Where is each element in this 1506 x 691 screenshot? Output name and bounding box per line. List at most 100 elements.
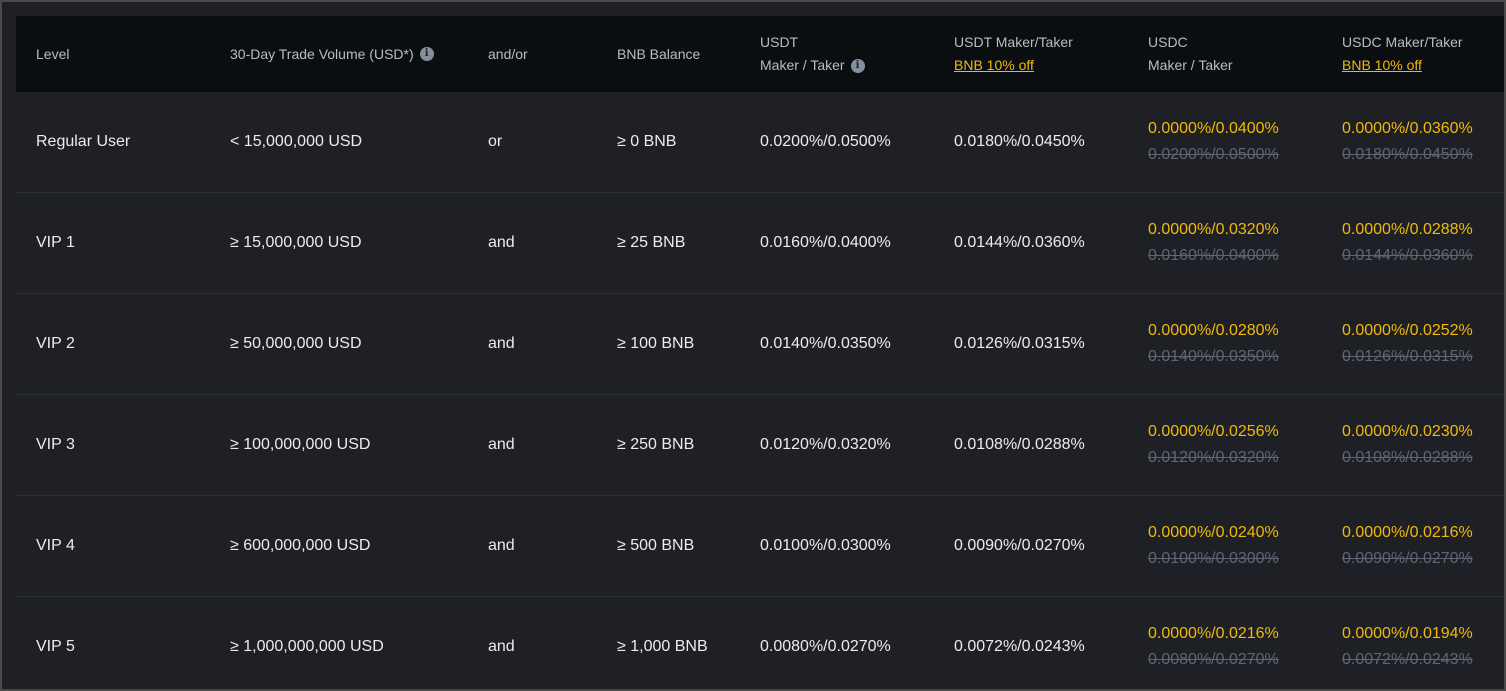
header-usdc-line1: USDC (1148, 34, 1188, 50)
header-usdc-line2: Maker / Taker (1148, 57, 1233, 73)
original-fee: 0.0160%/0.0400% (1148, 247, 1279, 264)
cell-volume: ≥ 100,000,000 USD (230, 436, 371, 453)
promo-fee: 0.0000%/0.0216% (1148, 625, 1279, 642)
header-andor: and/or (488, 16, 528, 92)
table-row: VIP 3 ≥ 100,000,000 USD and ≥ 250 BNB 0.… (16, 395, 1504, 496)
usdc-bnb-discount-link[interactable]: BNB 10% off (1342, 54, 1422, 77)
header-usdc-bnb-line1: USDC Maker/Taker (1342, 34, 1463, 50)
cell-andor: and (488, 638, 515, 655)
promo-fee: 0.0000%/0.0256% (1148, 423, 1279, 440)
original-fee: 0.0140%/0.0350% (1148, 348, 1279, 365)
cell-level: VIP 5 (36, 638, 75, 655)
original-fee: 0.0120%/0.0320% (1148, 449, 1279, 466)
cell-usdt-bnb-fee: 0.0072%/0.0243% (954, 638, 1085, 655)
cell-usdt-bnb-fee: 0.0090%/0.0270% (954, 537, 1085, 554)
promo-fee: 0.0000%/0.0280% (1148, 322, 1279, 339)
cell-andor: or (488, 133, 503, 150)
cell-volume: ≥ 600,000,000 USD (230, 537, 371, 554)
header-usdc: USDC Maker / Taker (1148, 16, 1233, 92)
promo-fee: 0.0000%/0.0240% (1148, 524, 1279, 541)
cell-usdt-fee: 0.0200%/0.0500% (760, 133, 891, 150)
original-fee: 0.0200%/0.0500% (1148, 146, 1279, 163)
info-icon[interactable]: i (419, 47, 434, 61)
table-body: Regular User < 15,000,000 USD or ≥ 0 BNB… (16, 92, 1504, 689)
fee-rate-table: Level 30-Day Trade Volume (USD*) i and/o… (16, 16, 1504, 689)
fee-table-frame: Level 30-Day Trade Volume (USD*) i and/o… (0, 0, 1506, 691)
table-row: Regular User < 15,000,000 USD or ≥ 0 BNB… (16, 92, 1504, 193)
cell-bnb-balance: ≥ 500 BNB (617, 537, 695, 554)
promo-fee: 0.0000%/0.0400% (1148, 120, 1279, 137)
cell-level: VIP 1 (36, 234, 75, 251)
promo-fee: 0.0000%/0.0230% (1342, 423, 1473, 440)
header-level: Level (36, 16, 69, 92)
cell-usdt-bnb-fee: 0.0126%/0.0315% (954, 335, 1085, 352)
usdt-bnb-discount-link[interactable]: BNB 10% off (954, 54, 1034, 77)
promo-fee: 0.0000%/0.0288% (1342, 221, 1473, 238)
cell-bnb-balance: ≥ 25 BNB (617, 234, 686, 251)
table-row: VIP 2 ≥ 50,000,000 USD and ≥ 100 BNB 0.0… (16, 294, 1504, 395)
cell-usdt-fee: 0.0120%/0.0320% (760, 436, 891, 453)
cell-volume: ≥ 15,000,000 USD (230, 234, 362, 251)
table-row: VIP 1 ≥ 15,000,000 USD and ≥ 25 BNB 0.01… (16, 193, 1504, 294)
cell-usdc-bnb-fee: 0.0000%/0.0360% 0.0180%/0.0450% (1342, 92, 1473, 192)
cell-andor: and (488, 234, 515, 251)
original-fee: 0.0108%/0.0288% (1342, 449, 1473, 466)
promo-fee: 0.0000%/0.0360% (1342, 120, 1473, 137)
header-bnb-balance: BNB Balance (617, 16, 700, 92)
header-usdt-line2: Maker / Taker (760, 57, 845, 73)
cell-usdc-fee: 0.0000%/0.0240% 0.0100%/0.0300% (1148, 496, 1279, 596)
original-fee: 0.0100%/0.0300% (1148, 550, 1279, 567)
header-usdt-line1: USDT (760, 34, 799, 50)
table-header: Level 30-Day Trade Volume (USD*) i and/o… (16, 16, 1504, 92)
original-fee: 0.0090%/0.0270% (1342, 550, 1473, 567)
original-fee: 0.0072%/0.0243% (1342, 651, 1473, 668)
cell-usdc-bnb-fee: 0.0000%/0.0252% 0.0126%/0.0315% (1342, 294, 1473, 394)
cell-usdc-fee: 0.0000%/0.0400% 0.0200%/0.0500% (1148, 92, 1279, 192)
cell-level: VIP 4 (36, 537, 75, 554)
cell-usdt-fee: 0.0100%/0.0300% (760, 537, 891, 554)
promo-fee: 0.0000%/0.0252% (1342, 322, 1473, 339)
original-fee: 0.0080%/0.0270% (1148, 651, 1279, 668)
cell-volume: < 15,000,000 USD (230, 133, 363, 150)
cell-usdc-fee: 0.0000%/0.0216% 0.0080%/0.0270% (1148, 597, 1279, 689)
cell-usdt-fee: 0.0080%/0.0270% (760, 638, 891, 655)
cell-usdc-fee: 0.0000%/0.0320% 0.0160%/0.0400% (1148, 193, 1279, 293)
header-usdt-bnb-line1: USDT Maker/Taker (954, 34, 1073, 50)
cell-bnb-balance: ≥ 0 BNB (617, 133, 677, 150)
cell-bnb-balance: ≥ 250 BNB (617, 436, 695, 453)
cell-andor: and (488, 335, 515, 352)
cell-usdc-fee: 0.0000%/0.0256% 0.0120%/0.0320% (1148, 395, 1279, 495)
cell-usdc-bnb-fee: 0.0000%/0.0216% 0.0090%/0.0270% (1342, 496, 1473, 596)
header-usdt: USDT Maker / Taker i (760, 16, 865, 92)
cell-usdc-bnb-fee: 0.0000%/0.0288% 0.0144%/0.0360% (1342, 193, 1473, 293)
cell-andor: and (488, 537, 515, 554)
cell-usdc-bnb-fee: 0.0000%/0.0194% 0.0072%/0.0243% (1342, 597, 1473, 689)
header-level-label: Level (36, 45, 70, 62)
promo-fee: 0.0000%/0.0194% (1342, 625, 1473, 642)
cell-usdc-fee: 0.0000%/0.0280% 0.0140%/0.0350% (1148, 294, 1279, 394)
cell-level: Regular User (36, 133, 131, 150)
original-fee: 0.0180%/0.0450% (1342, 146, 1473, 163)
cell-usdc-bnb-fee: 0.0000%/0.0230% 0.0108%/0.0288% (1342, 395, 1473, 495)
header-bnb-balance-label: BNB Balance (617, 45, 701, 62)
cell-level: VIP 2 (36, 335, 75, 352)
cell-bnb-balance: ≥ 100 BNB (617, 335, 695, 352)
cell-usdt-bnb-fee: 0.0180%/0.0450% (954, 133, 1085, 150)
original-fee: 0.0144%/0.0360% (1342, 247, 1473, 264)
cell-usdt-bnb-fee: 0.0108%/0.0288% (954, 436, 1085, 453)
cell-volume: ≥ 1,000,000,000 USD (230, 638, 384, 655)
cell-volume: ≥ 50,000,000 USD (230, 335, 362, 352)
header-usdc-bnb: USDC Maker/Taker BNB 10% off (1342, 16, 1463, 92)
table-row: VIP 4 ≥ 600,000,000 USD and ≥ 500 BNB 0.… (16, 496, 1504, 597)
header-usdt-bnb: USDT Maker/Taker BNB 10% off (954, 16, 1073, 92)
promo-fee: 0.0000%/0.0320% (1148, 221, 1279, 238)
cell-andor: and (488, 436, 515, 453)
original-fee: 0.0126%/0.0315% (1342, 348, 1473, 365)
header-andor-label: and/or (488, 45, 528, 62)
cell-level: VIP 3 (36, 436, 75, 453)
info-icon[interactable]: i (850, 58, 865, 73)
table-row: VIP 5 ≥ 1,000,000,000 USD and ≥ 1,000 BN… (16, 597, 1504, 689)
header-volume: 30-Day Trade Volume (USD*) i (230, 16, 434, 92)
cell-usdt-fee: 0.0140%/0.0350% (760, 335, 891, 352)
promo-fee: 0.0000%/0.0216% (1342, 524, 1473, 541)
